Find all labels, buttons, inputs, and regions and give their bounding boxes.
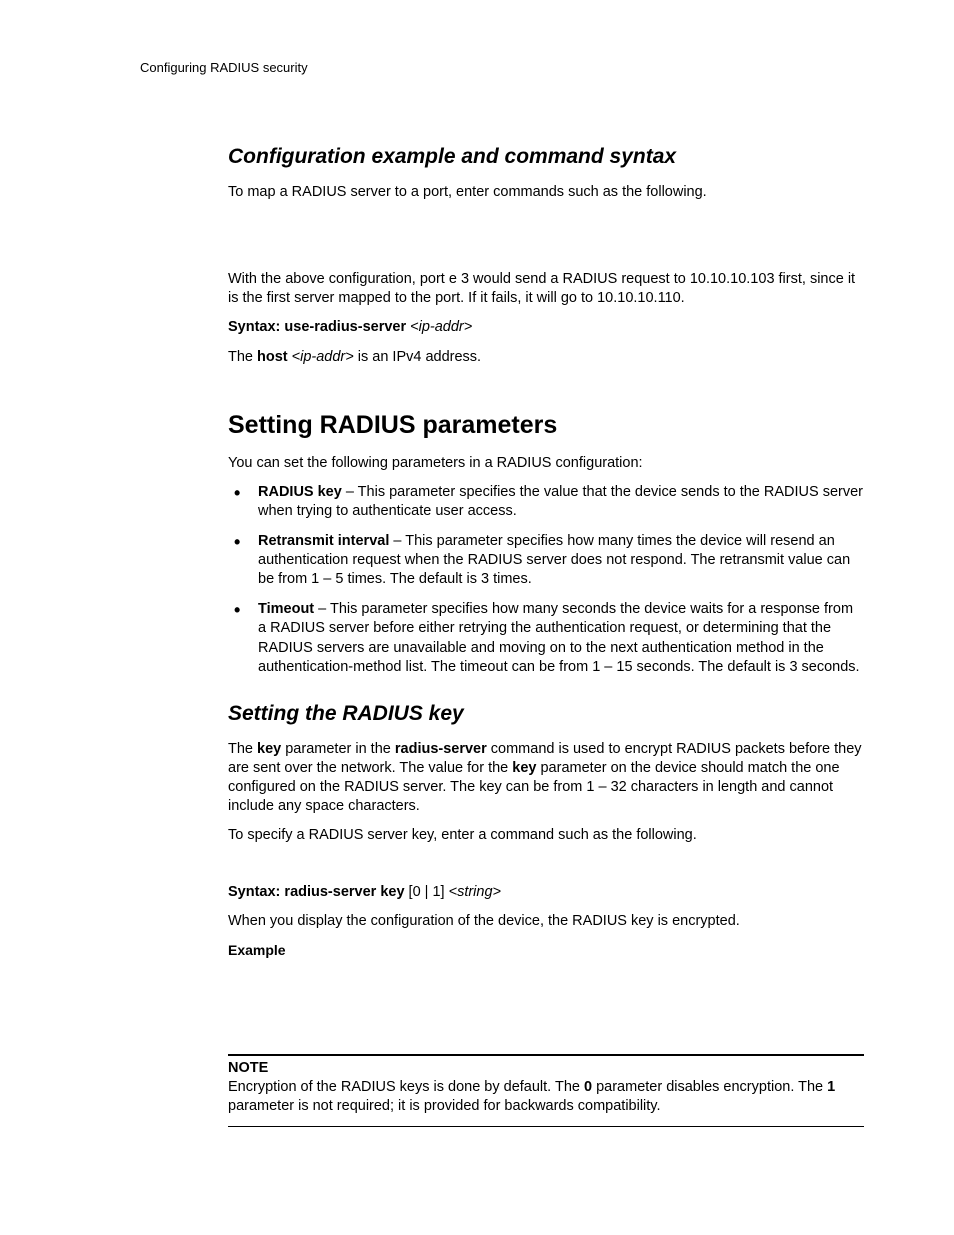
syntax-command: radius-server key: [284, 884, 404, 900]
syntax-arg: <ip-addr>: [410, 319, 472, 335]
spacer: [228, 212, 864, 270]
syntax-options: [0 | 1]: [405, 884, 449, 900]
text-bold: host: [257, 349, 288, 365]
text-bold: radius-server: [395, 741, 487, 757]
bullet-lead: Retransmit interval: [258, 533, 389, 549]
paragraph: The key parameter in the radius-server c…: [228, 740, 864, 817]
text-bold: 0: [584, 1079, 592, 1095]
syntax-label: Syntax:: [228, 884, 280, 900]
text: is an IPv4 address.: [354, 349, 481, 365]
syntax-line: Syntax: radius-server key [0 | 1] <strin…: [228, 883, 864, 902]
text: parameter in the: [281, 741, 395, 757]
note-body: Encryption of the RADIUS keys is done by…: [228, 1078, 864, 1116]
syntax-arg: <string>: [449, 884, 501, 900]
bullet-lead: Timeout: [258, 601, 314, 617]
text: Encryption of the RADIUS keys is done by…: [228, 1079, 584, 1095]
syntax-label: Syntax:: [228, 319, 280, 335]
text-bold: key: [512, 760, 536, 776]
note-label: NOTE: [228, 1060, 864, 1076]
list-item: Retransmit interval – This parameter spe…: [228, 532, 864, 590]
heading-config-example: Configuration example and command syntax: [228, 145, 864, 169]
syntax-line: Syntax: use-radius-server <ip-addr>: [228, 318, 864, 337]
note-rule-bottom: [228, 1126, 864, 1127]
paragraph: You can set the following parameters in …: [228, 454, 864, 473]
bullet-rest: – This parameter specifies the value tha…: [258, 484, 863, 519]
running-header: Configuring RADIUS security: [140, 60, 864, 75]
paragraph: With the above configuration, port e 3 w…: [228, 270, 864, 308]
paragraph: To specify a RADIUS server key, enter a …: [228, 826, 864, 845]
text: The: [228, 741, 257, 757]
list-item: RADIUS key – This parameter specifies th…: [228, 483, 864, 522]
bullet-list: RADIUS key – This parameter specifies th…: [228, 483, 864, 678]
paragraph: To map a RADIUS server to a port, enter …: [228, 183, 864, 202]
page: Configuring RADIUS security Configuratio…: [0, 0, 954, 1235]
body-column: Configuration example and command syntax…: [228, 145, 864, 1127]
heading-setting-radius-parameters: Setting RADIUS parameters: [228, 411, 864, 440]
text-bold: key: [257, 741, 281, 757]
paragraph: The host <ip-addr> is an IPv4 address.: [228, 348, 864, 367]
syntax-command: use-radius-server: [284, 319, 406, 335]
text: parameter disables encryption. The: [592, 1079, 827, 1095]
paragraph: When you display the configuration of th…: [228, 912, 864, 931]
text: parameter is not required; it is provide…: [228, 1098, 661, 1114]
spacer: [228, 855, 864, 883]
text: The: [228, 349, 257, 365]
text-italic: <ip-addr>: [288, 349, 354, 365]
spacer: [228, 970, 864, 1054]
note-rule-top: [228, 1054, 864, 1056]
example-label: Example: [228, 941, 864, 959]
bullet-rest: – This parameter specifies how many seco…: [258, 601, 860, 675]
text-bold: 1: [827, 1079, 835, 1095]
list-item: Timeout – This parameter specifies how m…: [228, 600, 864, 678]
heading-setting-radius-key: Setting the RADIUS key: [228, 702, 864, 726]
bullet-lead: RADIUS key: [258, 484, 342, 500]
